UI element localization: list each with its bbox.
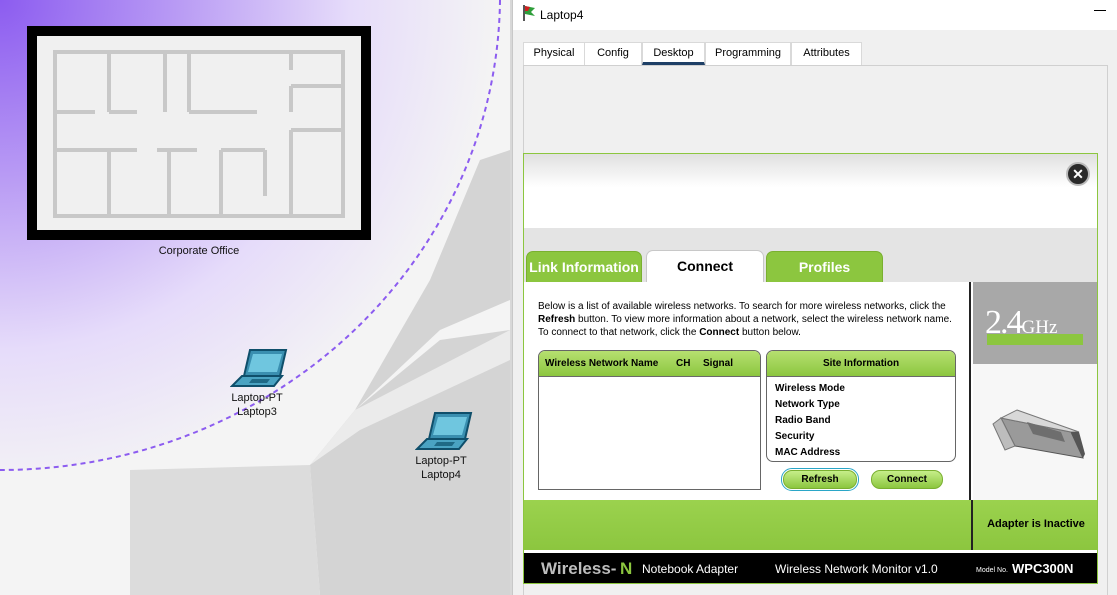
monitor-header: ✕ [524,154,1097,228]
band-badge: 2.4GHz [973,282,1097,364]
footer-brand-n: N [620,559,633,578]
pc-card-adapter-image [992,409,1085,459]
logical-workspace[interactable]: Corporate Office Laptop-PT Laptop3 Lapto… [0,0,510,595]
laptop4-label: Laptop-PT Laptop4 [406,454,476,482]
tab-config[interactable]: Config [584,42,642,65]
site-field-network-type: Network Type [775,399,840,410]
site-information-panel: Site Information Wireless Mode Network T… [766,350,956,462]
site-information-title: Site Information [767,351,955,377]
minimize-icon[interactable] [1094,10,1106,11]
footer-brand: Wireless- [541,559,617,578]
site-field-radio-band: Radio Band [775,415,831,426]
footer-app-name: Wireless Network Monitor v1.0 [775,562,938,576]
tab-connect[interactable]: Connect [646,250,764,284]
intro-connect-bold: Connect [699,327,740,338]
building-label: Corporate Office [158,245,240,257]
laptop3-type: Laptop-PT [231,392,283,404]
window-title: Laptop4 [540,8,584,22]
band-unit: GHz [1021,317,1058,338]
tab-link-information[interactable]: Link Information [526,251,642,283]
laptop3-name: Laptop3 [237,406,277,418]
column-ch: CH [676,358,691,369]
connect-button[interactable]: Connect [871,470,943,489]
laptop3-icon[interactable] [230,348,288,388]
title-bar[interactable]: Laptop4 [513,0,1117,30]
footer-model-no-label: Model No. [976,567,1008,574]
site-field-wireless-mode: Wireless Mode [775,383,845,394]
intro-text-3: button below. [739,327,801,338]
packet-tracer-icon [523,5,535,21]
footer-product: Notebook Adapter [642,562,739,576]
pc-wireless-monitor: ✕ Link Information Connect Profiles Belo… [523,153,1098,584]
tab-programming[interactable]: Programming [705,42,791,65]
floorplan-walls [53,50,345,218]
adapter-status: Adapter is Inactive [987,518,1085,530]
connect-panel: Below is a list of available wireless ne… [524,282,971,500]
site-field-security: Security [775,431,815,442]
band-number: 2.4 [985,304,1023,341]
laptop4-name: Laptop4 [421,469,461,481]
site-field-mac-address: MAC Address [775,447,841,458]
column-signal: Signal [703,358,734,369]
laptop3-label: Laptop-PT Laptop3 [222,391,292,419]
laptop4-type: Laptop-PT [415,455,467,467]
adapter-side-panel: 2.4GHz [973,282,1097,500]
close-icon[interactable]: ✕ [1066,162,1090,186]
tab-profiles[interactable]: Profiles [766,251,883,283]
road-shape-lower [130,465,320,595]
intro-refresh-bold: Refresh [538,314,576,325]
tab-desktop[interactable]: Desktop [642,42,705,65]
column-network-name: Wireless Network Name [545,358,659,369]
corporate-office-building[interactable] [27,26,371,240]
monitor-tab-bar: Link Information Connect Profiles [524,228,1097,284]
wireless-networks-list[interactable]: Wireless Network Name CH Signal [538,350,761,490]
footer-model: WPC300N [1012,561,1074,576]
tab-physical[interactable]: Physical [523,42,585,65]
tab-attributes[interactable]: Attributes [791,42,862,65]
laptop4-icon[interactable] [415,411,473,451]
connect-instructions: Below is a list of available wireless ne… [538,300,963,339]
refresh-button[interactable]: Refresh [781,468,859,491]
intro-text-1: Below is a list of available wireless ne… [538,301,946,312]
monitor-footer: Wireless- N Notebook Adapter Wireless Ne… [524,550,1097,583]
networks-table-header: Wireless Network Name CH Signal [539,351,760,377]
